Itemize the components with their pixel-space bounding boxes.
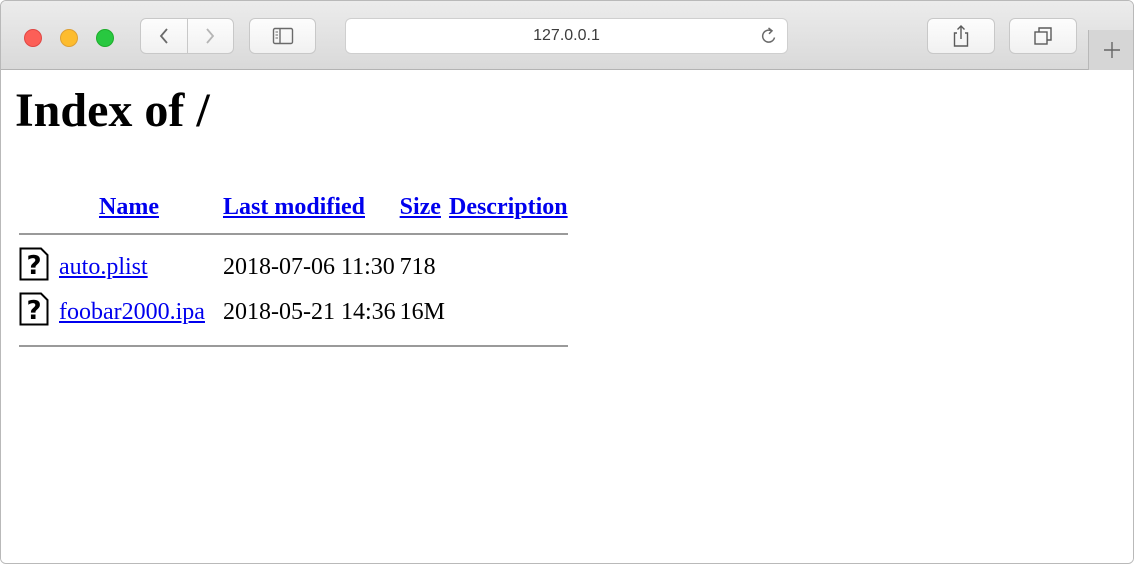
navigation-buttons [140,18,234,54]
back-button[interactable] [141,19,187,53]
footer-divider [19,345,568,347]
table-header-row: Name Last modified Size Description [19,194,568,221]
name-column-header: Name [59,194,219,221]
svg-text:?: ? [26,296,41,326]
maximize-window-button[interactable] [96,29,114,47]
file-description-cell [449,247,568,288]
file-link[interactable]: auto.plist [59,254,148,280]
description-column-header: Description [449,194,568,221]
plus-icon [1104,42,1120,58]
url-text[interactable]: 127.0.0.1 [346,19,787,53]
file-icon-cell: ? [19,247,55,288]
table-row: ? auto.plist 2018-07-06 11:30 718 [19,247,568,288]
file-link[interactable]: foobar2000.ipa [59,299,205,325]
header-divider [19,233,568,235]
file-icon-cell: ? [19,292,55,333]
file-name-cell: auto.plist [59,247,219,288]
sort-by-last-modified-link[interactable]: Last modified [223,194,365,220]
separator-row [19,225,568,243]
reload-icon[interactable] [759,26,779,46]
share-icon [953,25,969,47]
file-size-cell: 718 [399,254,436,280]
size-column-header: Size [400,194,445,221]
sort-by-size-link[interactable]: Size [400,194,441,220]
new-tab-button[interactable] [1088,30,1133,70]
icon-column-header [19,194,55,221]
sort-by-description-link[interactable]: Description [449,194,568,220]
file-description-cell [449,292,568,333]
tab-overview-icon [1034,27,1052,45]
separator-row [19,337,568,355]
close-window-button[interactable] [24,29,42,47]
address-bar[interactable]: 127.0.0.1 [345,18,788,54]
unknown-file-icon: ? [19,292,49,326]
file-modified-cell: 2018-07-06 11:30 [222,254,395,280]
share-button[interactable] [927,18,995,54]
sidebar-button[interactable] [249,18,316,54]
tab-overview-button[interactable] [1009,18,1077,54]
file-name-cell: foobar2000.ipa [59,292,219,333]
sidebar-icon [272,27,293,45]
file-listing-table: Name Last modified Size Description ? au… [15,190,572,359]
page-title: Index of / [15,84,210,137]
minimize-window-button[interactable] [60,29,78,47]
last-modified-column-header: Last modified [223,194,396,221]
chevron-right-icon [206,28,215,44]
table-row: ? foobar2000.ipa 2018-05-21 14:36 16M [19,292,568,333]
forward-button[interactable] [186,19,234,53]
sort-by-name-link[interactable]: Name [99,194,159,220]
browser-toolbar: 127.0.0.1 [1,1,1133,70]
browser-window: 127.0.0.1 Index of / Name Last modified … [0,0,1134,564]
file-size-cell: 16M [399,299,445,325]
chevron-left-icon [159,28,168,44]
file-modified-cell: 2018-05-21 14:36 [222,299,396,325]
svg-text:?: ? [26,251,41,281]
page-content: Index of / Name Last modified Size Descr… [1,70,1133,563]
unknown-file-icon: ? [19,247,49,281]
